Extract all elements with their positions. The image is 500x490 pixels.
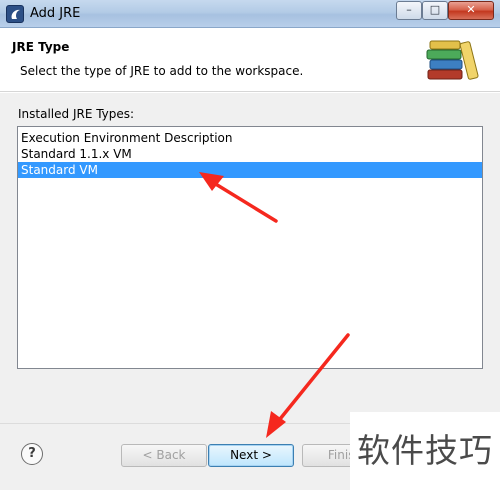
title-bar[interactable]: Add JRE – □ ✕ (0, 0, 500, 28)
close-button[interactable]: ✕ (448, 1, 494, 20)
wizard-header: JRE Type Select the type of JRE to add t… (0, 28, 500, 92)
installed-jre-types-label: Installed JRE Types: (18, 107, 135, 121)
page-description: Select the type of JRE to add to the wor… (20, 64, 304, 78)
watermark-text: 软件技巧 (350, 412, 500, 490)
jre-types-list[interactable]: Execution Environment Description Standa… (17, 126, 483, 369)
list-item-execution-environment[interactable]: Execution Environment Description (18, 130, 482, 146)
window-title: Add JRE (30, 6, 81, 21)
next-button[interactable]: Next > (208, 444, 294, 467)
list-item-standard-11x-vm[interactable]: Standard 1.1.x VM (18, 146, 482, 162)
books-icon (426, 40, 479, 80)
maximize-button[interactable]: □ (422, 1, 448, 20)
content-area: Installed JRE Types: Execution Environme… (0, 93, 500, 423)
minimize-button[interactable]: – (396, 1, 422, 20)
list-item-standard-vm[interactable]: Standard VM (18, 162, 482, 178)
help-button[interactable]: ? (21, 443, 43, 465)
eclipse-app-icon (6, 5, 24, 23)
back-button[interactable]: < Back (121, 444, 207, 467)
page-title: JRE Type (12, 40, 70, 54)
